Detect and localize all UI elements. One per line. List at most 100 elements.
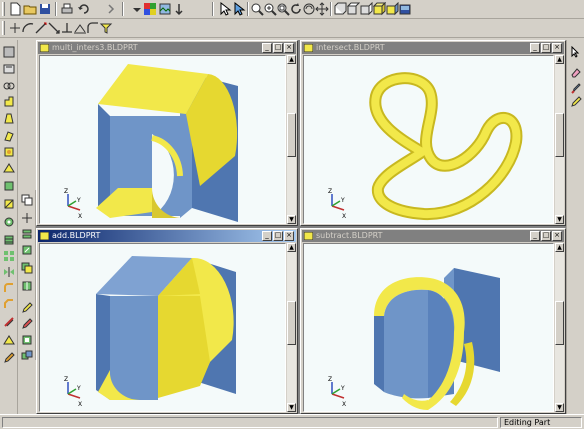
- scroll-down-button[interactable]: ▼: [287, 403, 296, 412]
- dimension-icon[interactable]: [47, 21, 61, 35]
- measure-icon[interactable]: [3, 316, 15, 328]
- filter-icon[interactable]: [99, 21, 113, 35]
- scroll-thumb[interactable]: [555, 113, 564, 157]
- sweep-icon[interactable]: [3, 130, 15, 142]
- maximize-button[interactable]: □: [273, 231, 283, 241]
- hole-icon[interactable]: [3, 216, 15, 228]
- point-icon[interactable]: [8, 21, 22, 35]
- edit-icon[interactable]: [3, 352, 15, 364]
- doc-window-subtract[interactable]: subtract.BLDPRT _ □ × Z X Y ▲ ▼: [300, 228, 566, 414]
- minimize-button[interactable]: _: [262, 43, 272, 53]
- scroll-thumb[interactable]: [287, 301, 296, 345]
- properties-icon[interactable]: [21, 334, 33, 346]
- view-front-icon[interactable]: [333, 2, 347, 16]
- 3d-viewport[interactable]: Z X Y: [39, 55, 286, 224]
- pen-icon[interactable]: [570, 96, 582, 108]
- boolean-icon[interactable]: [21, 262, 33, 274]
- color-icon[interactable]: [143, 2, 157, 16]
- pattern-icon[interactable]: [3, 250, 15, 262]
- scroll-thumb[interactable]: [555, 301, 564, 345]
- undo-icon[interactable]: [77, 2, 91, 16]
- close-button[interactable]: ×: [284, 43, 294, 53]
- view-right-icon[interactable]: [359, 2, 373, 16]
- pointer-icon[interactable]: [570, 46, 582, 58]
- zoom-icon[interactable]: [250, 2, 264, 16]
- zoom-fit-icon[interactable]: [276, 2, 290, 16]
- erase-icon[interactable]: [21, 318, 33, 330]
- scroll-up-button[interactable]: ▲: [287, 55, 296, 64]
- redo-icon[interactable]: [104, 2, 118, 16]
- trim-icon[interactable]: [73, 21, 87, 35]
- window-titlebar[interactable]: intersect.BLDPRT _ □ ×: [302, 42, 564, 54]
- rebuild-icon[interactable]: [172, 2, 186, 16]
- link-icon[interactable]: [3, 80, 15, 92]
- scroll-thumb[interactable]: [287, 113, 296, 157]
- rotate-view-icon[interactable]: [302, 2, 316, 16]
- maximize-button[interactable]: □: [273, 43, 283, 53]
- close-button[interactable]: ×: [284, 231, 294, 241]
- vertical-scrollbar[interactable]: ▲ ▼: [287, 55, 296, 224]
- select-smart-icon[interactable]: [232, 2, 246, 16]
- scroll-down-button[interactable]: ▼: [555, 403, 564, 412]
- close-button[interactable]: ×: [552, 43, 562, 53]
- part-icon[interactable]: [3, 46, 15, 58]
- maximize-button[interactable]: □: [541, 43, 551, 53]
- doc-window-multi-inters[interactable]: multi_inters3.BLDPRT _ □ × Z X Y ▲ ▼: [36, 40, 298, 226]
- vertical-scrollbar[interactable]: ▲ ▼: [555, 55, 564, 224]
- scroll-down-button[interactable]: ▼: [287, 215, 296, 224]
- vertical-scrollbar[interactable]: ▲ ▼: [287, 243, 296, 412]
- display-icon[interactable]: [398, 2, 412, 16]
- new-icon[interactable]: [8, 2, 22, 16]
- print-icon[interactable]: [60, 2, 74, 16]
- fillet-edge-icon[interactable]: [3, 282, 15, 294]
- 3d-viewport[interactable]: Z X Y: [39, 243, 286, 412]
- dropdown-icon[interactable]: [130, 2, 144, 16]
- save-icon[interactable]: [38, 2, 52, 16]
- fillet-icon[interactable]: [86, 21, 100, 35]
- eraser-icon[interactable]: [570, 66, 582, 78]
- line-icon[interactable]: [34, 21, 48, 35]
- revolve-icon[interactable]: [3, 112, 15, 124]
- section-icon[interactable]: [3, 334, 15, 346]
- split-icon[interactable]: [21, 280, 33, 292]
- open-icon[interactable]: [23, 2, 37, 16]
- select-icon[interactable]: [218, 2, 232, 16]
- brush-icon[interactable]: [570, 82, 582, 94]
- window-titlebar[interactable]: add.BLDPRT _ □ ×: [38, 230, 296, 242]
- doc-window-intersect[interactable]: intersect.BLDPRT _ □ × Z X Y ▲ ▼: [300, 40, 566, 226]
- maximize-button[interactable]: □: [541, 231, 551, 241]
- close-button[interactable]: ×: [552, 231, 562, 241]
- minimize-button[interactable]: _: [262, 231, 272, 241]
- doc-window-add[interactable]: add.BLDPRT _ □ × Z X Y ▲ ▼: [36, 228, 298, 414]
- assembly-icon[interactable]: [21, 350, 33, 362]
- move-icon[interactable]: [21, 212, 33, 224]
- scroll-down-button[interactable]: ▼: [555, 215, 564, 224]
- rotate-icon[interactable]: [289, 2, 303, 16]
- mirror-icon[interactable]: [3, 266, 15, 278]
- scroll-up-button[interactable]: ▲: [555, 55, 564, 64]
- scroll-up-button[interactable]: ▲: [555, 243, 564, 252]
- scroll-up-button[interactable]: ▲: [287, 243, 296, 252]
- pan-icon[interactable]: [315, 2, 329, 16]
- toolbar-grip[interactable]: [2, 21, 5, 35]
- view-top-icon[interactable]: [346, 2, 360, 16]
- render-icon[interactable]: [158, 2, 172, 16]
- shade-icon[interactable]: [385, 2, 399, 16]
- zoom-window-icon[interactable]: [263, 2, 277, 16]
- window-titlebar[interactable]: multi_inters3.BLDPRT _ □ ×: [38, 42, 296, 54]
- window-titlebar[interactable]: subtract.BLDPRT _ □ ×: [302, 230, 564, 242]
- thread-icon[interactable]: [3, 234, 15, 246]
- draft-icon[interactable]: [3, 198, 15, 210]
- arc-icon[interactable]: [21, 21, 35, 35]
- chamfer-icon[interactable]: [3, 298, 15, 310]
- sketch-icon[interactable]: [3, 62, 15, 74]
- loft-icon[interactable]: [3, 146, 15, 158]
- rib-icon[interactable]: [3, 180, 15, 192]
- align-icon[interactable]: [21, 228, 33, 240]
- extrude-icon[interactable]: [3, 96, 15, 108]
- constraint-icon[interactable]: [60, 21, 74, 35]
- 3d-viewport[interactable]: Z X Y: [303, 243, 554, 412]
- shell-icon[interactable]: [3, 162, 15, 174]
- pencil-icon[interactable]: [21, 302, 33, 314]
- vertical-scrollbar[interactable]: ▲ ▼: [555, 243, 564, 412]
